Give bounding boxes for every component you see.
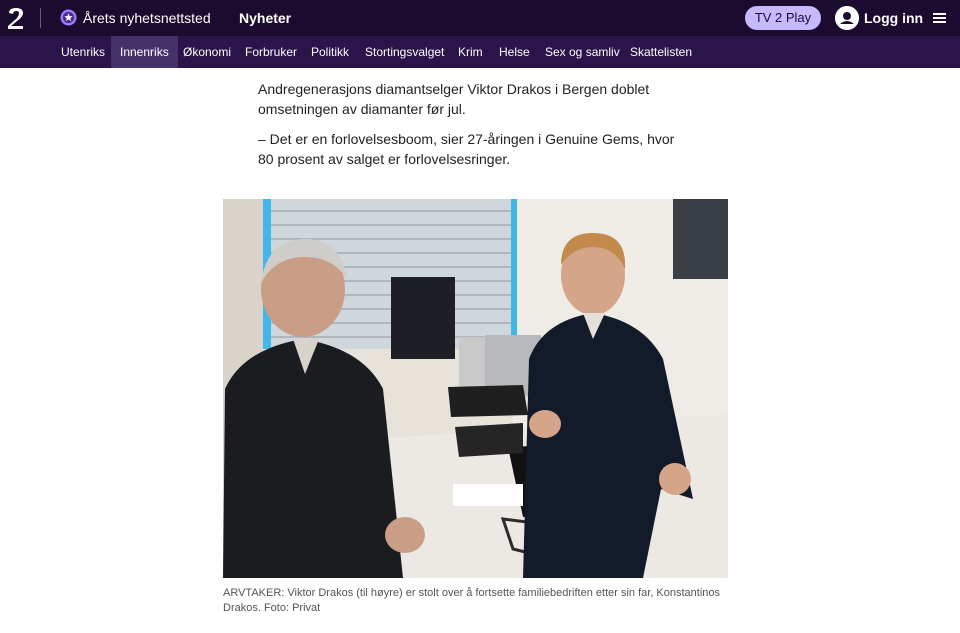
photo-illustration [223,199,728,578]
hamburger-menu-icon[interactable] [933,13,946,23]
award-badge-icon [60,9,77,26]
article-body: Andregenerasjons diamantselger Viktor Dr… [258,79,678,179]
article-photo[interactable] [223,199,728,578]
top-header: Årets nyhetsnettsted Nyheter TV 2 Play L… [0,0,960,36]
nav-item-utenriks[interactable]: Utenriks [52,36,114,68]
login-button[interactable]: Logg inn [864,10,923,26]
section-title[interactable]: Nyheter [239,10,291,26]
photo-caption: ARVTAKER: Viktor Drakos (til høyre) er s… [223,587,721,614]
nav-item-forbruker[interactable]: Forbruker [236,36,306,68]
nav-item-helse[interactable]: Helse [490,36,539,68]
award-label[interactable]: Årets nyhetsnettsted [83,10,211,26]
tv2-logo[interactable] [6,6,26,30]
article-paragraph: Andregenerasjons diamantselger Viktor Dr… [258,81,650,117]
nav-item-innenriks[interactable]: Innenriks [111,36,178,68]
nav-item-sex-og-samliv[interactable]: Sex og samliv [536,36,629,68]
header-divider [40,8,41,28]
section-nav: Utenriks Innenriks Økonomi Forbruker Pol… [0,36,960,68]
article-paragraph: – Det er en forlovelsesboom, sier 27-åri… [258,131,675,167]
nav-item-stortingsvalget[interactable]: Stortingsvalget [356,36,453,68]
nav-item-politikk[interactable]: Politikk [302,36,358,68]
nav-item-skattelisten[interactable]: Skattelisten [621,36,701,68]
tv2-play-button[interactable]: TV 2 Play [745,6,821,30]
nav-item-krim[interactable]: Krim [449,36,492,68]
nav-item-okonomi[interactable]: Økonomi [174,36,240,68]
user-icon[interactable] [835,6,859,30]
